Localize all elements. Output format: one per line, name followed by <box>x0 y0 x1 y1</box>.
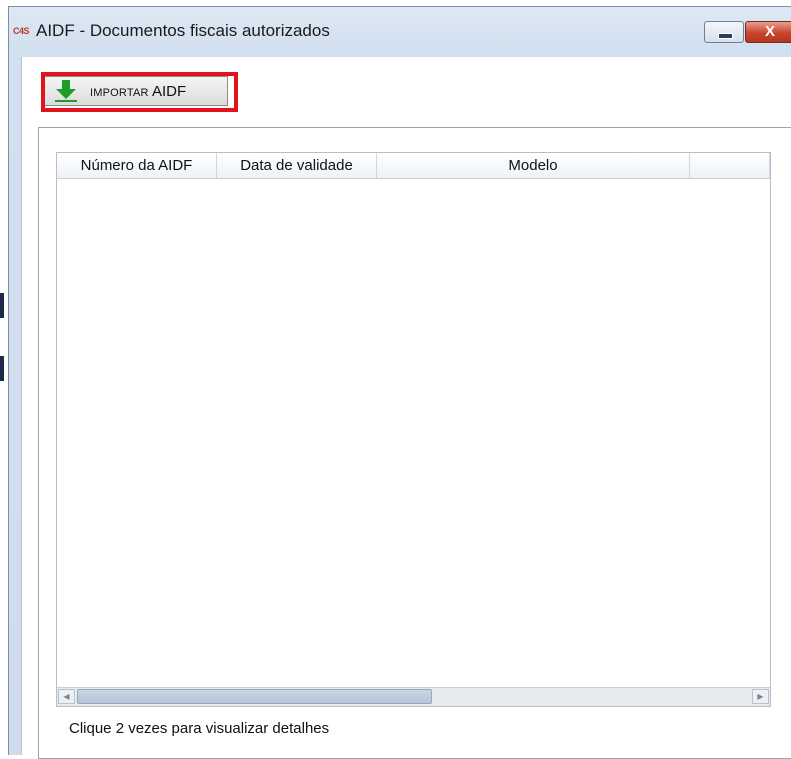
details-hint-text: Clique 2 vezes para visualizar detalhes <box>69 720 330 737</box>
column-header-modelo[interactable]: Modelo <box>377 153 690 178</box>
minimize-icon <box>718 33 733 39</box>
window-title: AIDF - Documentos fiscais autorizados <box>36 21 330 40</box>
close-icon: X <box>764 23 775 40</box>
scroll-left-button[interactable]: ◀ <box>58 689 75 704</box>
close-button[interactable]: X <box>745 21 791 43</box>
horizontal-scrollbar[interactable]: ◀ ▶ <box>57 687 770 706</box>
window-content: IMPORTAR AIDF Número da AIDF Data de val… <box>21 57 791 759</box>
left-edge-mark <box>0 356 4 381</box>
scroll-thumb[interactable] <box>77 689 432 704</box>
aidf-window: C4S AIDF - Documentos fiscais autorizado… <box>8 6 791 759</box>
highlight-box <box>41 72 238 112</box>
aidf-group-panel: Número da AIDF Data de validade Modelo ◀… <box>38 127 791 759</box>
column-header-data-validade[interactable]: Data de validade <box>217 153 377 178</box>
left-edge-mark <box>0 293 4 318</box>
scroll-right-button[interactable]: ▶ <box>752 689 769 704</box>
aidf-table[interactable]: Número da AIDF Data de validade Modelo ◀… <box>56 152 771 707</box>
column-header-numero[interactable]: Número da AIDF <box>57 153 217 178</box>
column-header-extra[interactable] <box>690 153 770 178</box>
app-logo-icon: C4S <box>13 26 30 36</box>
title-bar[interactable]: C4S AIDF - Documentos fiscais autorizado… <box>9 7 791 57</box>
table-header: Número da AIDF Data de validade Modelo <box>57 153 770 179</box>
minimize-button[interactable] <box>704 21 744 43</box>
